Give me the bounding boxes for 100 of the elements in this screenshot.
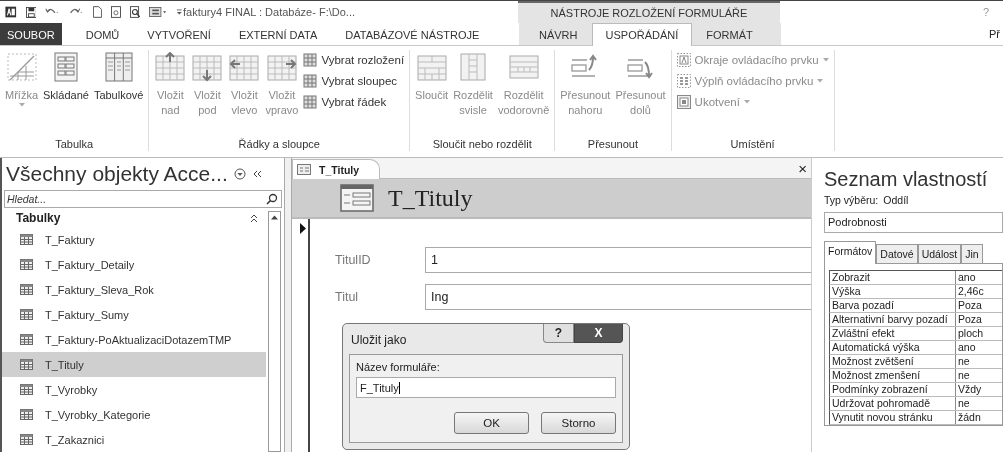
table-list-item[interactable]: T_Faktury-PoAktualizaciDotazemTMP [2, 327, 266, 352]
property-value[interactable]: ploch [956, 327, 984, 340]
property-value[interactable]: ne [956, 369, 970, 382]
ribbon-button[interactable]: Vybrat sloupec [301, 72, 407, 90]
ribbon-tab[interactable]: DATABÁZOVÉ NÁSTROJE [331, 23, 494, 45]
scrollbar[interactable] [268, 211, 281, 452]
close-button[interactable]: × [798, 159, 807, 177]
property-value[interactable]: ne [956, 355, 970, 368]
refresh-document-icon[interactable] [110, 5, 121, 19]
table-list-item[interactable]: T_Faktury_Detaily [2, 252, 266, 277]
property-name: Udržovat pohromadě [830, 397, 956, 410]
document-tab[interactable]: T_Tituly [292, 159, 381, 179]
property-value[interactable]: Poza [956, 299, 982, 312]
table-grid-icon [303, 95, 318, 109]
insert-left-icon [228, 52, 261, 82]
table-icon [20, 359, 33, 370]
form-name-field[interactable]: F_Tituly [356, 377, 616, 398]
ribbon-button[interactable]: Vybrat řádek [301, 93, 407, 111]
property-name: Zvláštní efekt [830, 327, 956, 340]
table-list-item[interactable]: T_Vyrobky_Kategorie [2, 402, 266, 427]
table-icon [20, 384, 33, 395]
table-list-item[interactable]: T_Tituly [2, 352, 266, 377]
collapse-pane-icon[interactable] [251, 169, 262, 179]
tabular-layout-icon [102, 52, 135, 82]
ribbon-tab[interactable]: SOUBOR [0, 23, 62, 45]
ribbon-button[interactable]: Skládané [41, 50, 91, 105]
text-field[interactable]: 1 [425, 246, 811, 273]
ribbon-button[interactable]: Vybrat rozložení [301, 51, 407, 69]
ribbon-button[interactable]: Tabulkové [91, 50, 146, 105]
property-sheet-title: Seznam vlastností [824, 168, 989, 191]
field-label: Název formuláře: [356, 361, 441, 373]
section-header[interactable]: Tabulky [16, 211, 61, 225]
property-name: Alternativní barvy pozadí [830, 313, 956, 326]
form-icon [340, 184, 374, 212]
gridlines-icon [5, 52, 38, 82]
ok-button[interactable]: OK [454, 412, 529, 434]
new-document-icon[interactable] [92, 5, 102, 19]
window-title: faktury4 FINAL : Databáze- F:\Do... [183, 6, 356, 18]
table-icon [20, 234, 33, 245]
property-value[interactable]: ano [956, 341, 976, 354]
field-label: TitulID [335, 252, 372, 267]
ribbon-tab[interactable]: USPOŘÁDÁNÍ [591, 23, 693, 46]
padding-icon [676, 74, 691, 88]
context-tools-title: NÁSTROJE ROZLOŽENÍ FORMULÁŘE [550, 7, 748, 19]
table-list-item[interactable]: T_Faktury [2, 227, 266, 252]
dropdown-icon[interactable] [233, 168, 246, 180]
property-value[interactable]: Poza [956, 313, 982, 326]
property-name: Automatická výška [830, 341, 956, 354]
cancel-button[interactable]: Storno [541, 412, 616, 434]
table-list-item[interactable]: T_Faktury_Sumy [2, 302, 266, 327]
table-icon [20, 334, 33, 345]
ribbon-group-label: Sloučit nebo rozdělit [432, 138, 532, 151]
insert-right-icon [265, 52, 298, 82]
ribbon-tab[interactable]: NÁVRH [525, 23, 592, 45]
table-icon [20, 434, 33, 445]
help-button[interactable]: ? [543, 324, 574, 343]
property-value[interactable]: žádn [956, 411, 981, 424]
selection-type-value: Oddíl [883, 194, 909, 206]
app-logo-icon [5, 5, 17, 19]
table-list-item[interactable]: T_Zakaznici [2, 427, 266, 452]
ribbon-tab[interactable]: DOMŮ [71, 23, 134, 45]
table-icon [20, 409, 33, 420]
form-view-icon[interactable] [149, 6, 168, 18]
property-name: Zobrazit [830, 271, 956, 284]
anchor-icon [676, 95, 691, 109]
property-name: Podmínky zobrazení [830, 383, 956, 396]
scroll-up-arrow-icon[interactable] [271, 215, 278, 220]
split-vertical-icon [457, 52, 489, 82]
table-icon [20, 284, 33, 295]
collapse-section-icon[interactable] [250, 213, 258, 223]
table-icon [20, 259, 33, 270]
property-tab[interactable]: Jin [961, 244, 983, 263]
property-value[interactable]: ano [956, 271, 976, 284]
ribbon-tab[interactable]: EXTERNÍ DATA [224, 23, 332, 45]
save-icon[interactable] [25, 5, 37, 19]
text-field[interactable]: Ing [425, 283, 811, 310]
property-name: Možnost zmenšení [830, 369, 956, 382]
ribbon-tab[interactable]: FORMÁT [692, 23, 767, 45]
property-value[interactable]: 2,46c [956, 285, 984, 298]
property-name: Výška [830, 285, 956, 298]
property-name: Barva pozadí [830, 299, 956, 312]
current-record-icon [300, 223, 306, 234]
ribbon-tab[interactable]: VYTVOŘENÍ [133, 23, 225, 45]
table-list-item[interactable]: T_Faktury_Sleva_Rok [2, 277, 266, 302]
print-preview-icon[interactable] [129, 5, 141, 19]
property-tab[interactable]: Událost [917, 244, 962, 263]
close-button[interactable]: X [574, 324, 623, 343]
property-tab[interactable]: Datové [876, 244, 918, 263]
property-name: Možnost zvětšení [830, 355, 956, 368]
property-value[interactable]: ne [956, 397, 970, 410]
property-tab[interactable]: Formátov [824, 241, 877, 264]
insert-above-icon [154, 52, 187, 82]
table-grid-icon [303, 53, 318, 67]
property-value[interactable]: Vždy [956, 383, 982, 396]
object-dropdown[interactable]: Podrobnosti [824, 212, 1003, 233]
sign-in-link[interactable]: Př [989, 28, 1000, 40]
table-list-item[interactable]: T_Vyrobky [2, 377, 266, 402]
table-icon [20, 309, 33, 320]
field-label: Titul [335, 289, 360, 304]
ribbon-group-label: Přesunout [587, 138, 638, 151]
